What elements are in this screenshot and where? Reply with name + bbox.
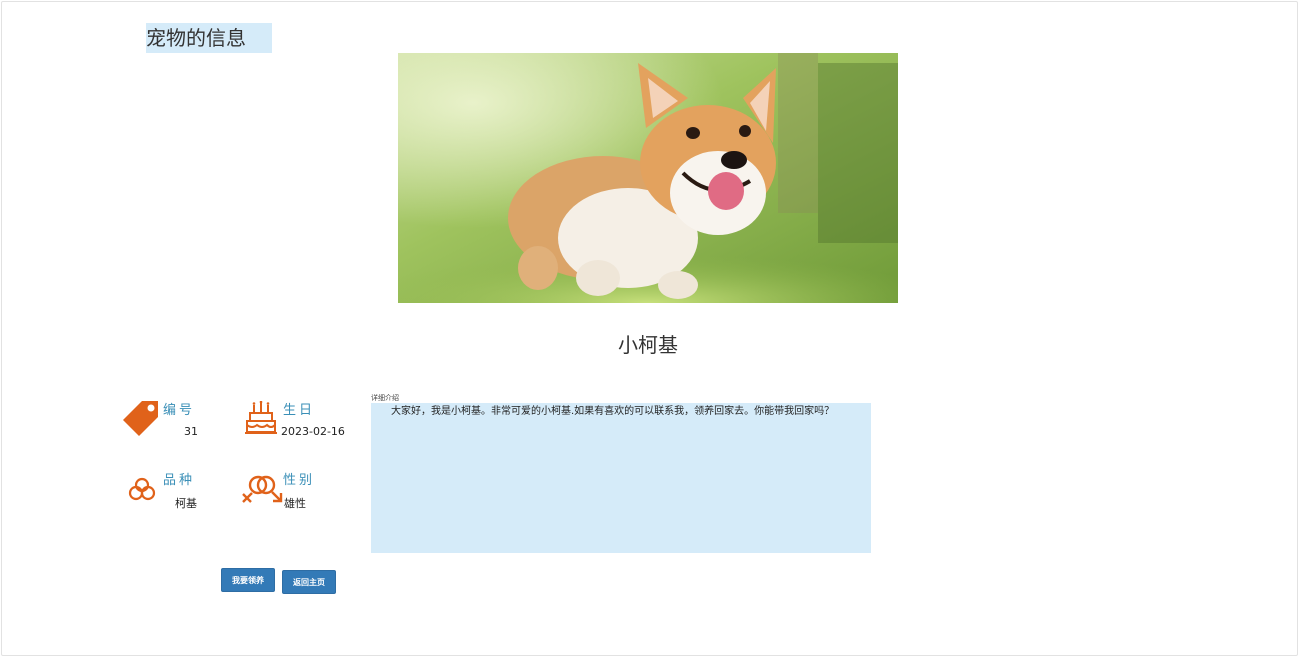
birthday-label: 生日 bbox=[283, 403, 316, 418]
pet-name: 小柯基 bbox=[618, 333, 678, 357]
description-label: 详细介绍 bbox=[371, 394, 399, 402]
page-frame: 宠物的信息 小柯基 编号 31 生日 2023-02-16 品种 柯基 性别 雄… bbox=[1, 1, 1298, 656]
gender-label: 性别 bbox=[283, 473, 316, 488]
breed-circles-icon bbox=[128, 477, 156, 505]
breed-label: 品种 bbox=[163, 473, 196, 488]
return-home-button[interactable]: 返回主页 bbox=[282, 570, 336, 594]
adopt-button[interactable]: 我要领养 bbox=[221, 568, 275, 592]
gender-value: 雄性 bbox=[284, 497, 306, 510]
page-title: 宠物的信息 bbox=[146, 23, 272, 53]
info-gender: 性别 雄性 bbox=[240, 467, 340, 512]
id-value: 31 bbox=[184, 425, 198, 438]
info-id: 编号 31 bbox=[122, 397, 212, 442]
id-label: 编号 bbox=[163, 403, 196, 418]
info-breed: 品种 柯基 bbox=[128, 467, 218, 512]
birthday-value: 2023-02-16 bbox=[281, 425, 345, 438]
pet-photo bbox=[398, 53, 898, 303]
description-textarea[interactable]: 大家好，我是小柯基。非常可爱的小柯基.如果有喜欢的可以联系我，领养回家去。你能带… bbox=[371, 403, 871, 553]
tag-icon bbox=[122, 399, 160, 441]
corgi-photo bbox=[398, 53, 898, 303]
breed-value: 柯基 bbox=[175, 497, 197, 510]
birthday-cake-icon bbox=[245, 400, 277, 439]
info-birthday: 生日 2023-02-16 bbox=[245, 397, 345, 442]
gender-icon bbox=[240, 473, 284, 511]
